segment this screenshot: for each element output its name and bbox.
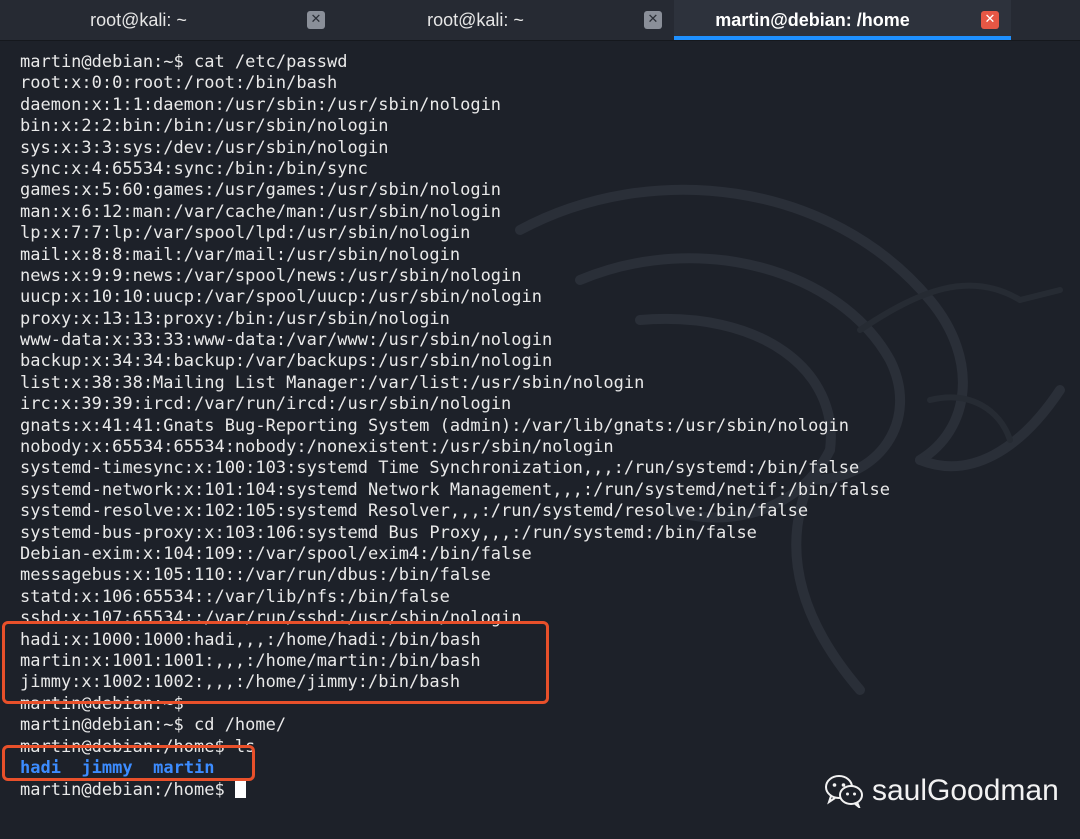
passwd-line: bin:x:2:2:bin:/bin:/usr/sbin/nologin [20, 116, 389, 137]
text-cursor [234, 779, 246, 799]
tab-root-kali-1[interactable]: root@kali: ~ ✕ [0, 0, 337, 40]
passwd-line: proxy:x:13:13:proxy:/bin:/usr/sbin/nolog… [20, 308, 450, 329]
passwd-line: root:x:0:0:root:/root:/bin/bash [20, 73, 338, 94]
passwd-line: www-data:x:33:33:www-data:/var/www:/usr/… [20, 330, 553, 351]
passwd-line: mail:x:8:8:mail:/var/mail:/usr/sbin/nolo… [20, 244, 461, 265]
terminal-window: root@kali: ~ ✕ root@kali: ~ ✕ martin@deb… [0, 0, 1080, 839]
passwd-line: irc:x:39:39:ircd:/var/run/ircd:/usr/sbin… [20, 394, 512, 415]
ls-dir-name: martin [153, 757, 215, 778]
passwd-line: systemd-timesync:x:100:103:systemd Time … [20, 458, 860, 479]
tab-bar-spacer [1011, 0, 1080, 40]
passwd-line: gnats:x:41:41:Gnats Bug-Reporting System… [20, 415, 850, 436]
passwd-line: lp:x:7:7:lp:/var/spool/lpd:/usr/sbin/nol… [20, 223, 471, 244]
passwd-line: sys:x:3:3:sys:/dev:/usr/sbin/nologin [20, 137, 389, 158]
terminal-output[interactable]: martin@debian:~$ cat /etc/passwd root:x:… [20, 52, 1070, 839]
passwd-line: daemon:x:1:1:daemon:/usr/sbin:/usr/sbin/… [20, 94, 502, 115]
passwd-line: systemd-resolve:x:102:105:systemd Resolv… [20, 501, 809, 522]
passwd-user-line: martin:x:1001:1001:,,,:/home/martin:/bin… [20, 650, 481, 671]
passwd-user-line: jimmy:x:1002:1002:,,,:/home/jimmy:/bin/b… [20, 672, 461, 693]
command-line: martin@debian:~$ cd /home/ [20, 715, 287, 736]
passwd-line: man:x:6:12:man:/var/cache/man:/usr/sbin/… [20, 201, 502, 222]
passwd-line: systemd-bus-proxy:x:103:106:systemd Bus … [20, 522, 757, 543]
ls-dir-name: jimmy [81, 757, 133, 778]
close-icon[interactable]: ✕ [981, 11, 999, 29]
command-line: martin@debian:/home$ ls [20, 736, 256, 757]
passwd-line: backup:x:34:34:backup:/var/backups:/usr/… [20, 351, 553, 372]
prompt-text: martin@debian:/home$ [20, 780, 235, 801]
command-line: martin@debian:~$ cat /etc/passwd [20, 52, 348, 72]
watermark: saulGoodman [824, 774, 1059, 808]
tab-title: root@kali: ~ [427, 9, 524, 30]
prompt-line: martin@debian:~$ [20, 693, 184, 714]
passwd-line: Debian-exim:x:104:109::/var/spool/exim4:… [20, 543, 532, 564]
passwd-user-line: hadi:x:1000:1000:hadi,,,:/home/hadi:/bin… [20, 629, 481, 650]
close-icon[interactable]: ✕ [644, 11, 662, 29]
passwd-line: games:x:5:60:games:/usr/games:/usr/sbin/… [20, 180, 502, 201]
passwd-line: sync:x:4:65534:sync:/bin:/bin/sync [20, 158, 368, 179]
passwd-line: sshd:x:107:65534::/var/run/sshd:/usr/sbi… [20, 608, 522, 629]
close-icon[interactable]: ✕ [307, 11, 325, 29]
wechat-icon [825, 775, 863, 808]
tab-title: martin@debian: /home [715, 9, 910, 30]
tab-root-kali-2[interactable]: root@kali: ~ ✕ [337, 0, 674, 40]
passwd-line: nobody:x:65534:65534:nobody:/nonexistent… [20, 437, 614, 458]
watermark-label: saulGoodman [872, 774, 1059, 807]
tab-title: root@kali: ~ [90, 9, 187, 30]
tab-martin-debian-home[interactable]: martin@debian: /home ✕ [674, 0, 1011, 40]
passwd-line: messagebus:x:105:110::/var/run/dbus:/bin… [20, 565, 491, 586]
passwd-line: systemd-network:x:101:104:systemd Networ… [20, 479, 890, 500]
passwd-line: news:x:9:9:news:/var/spool/news:/usr/sbi… [20, 265, 522, 286]
passwd-line: uucp:x:10:10:uucp:/var/spool/uucp:/usr/s… [20, 287, 542, 308]
tab-bar: root@kali: ~ ✕ root@kali: ~ ✕ martin@deb… [0, 0, 1080, 41]
passwd-line: statd:x:106:65534::/var/lib/nfs:/bin/fal… [20, 586, 450, 607]
passwd-line: list:x:38:38:Mailing List Manager:/var/l… [20, 372, 645, 393]
ls-dir-name: hadi [20, 757, 61, 778]
